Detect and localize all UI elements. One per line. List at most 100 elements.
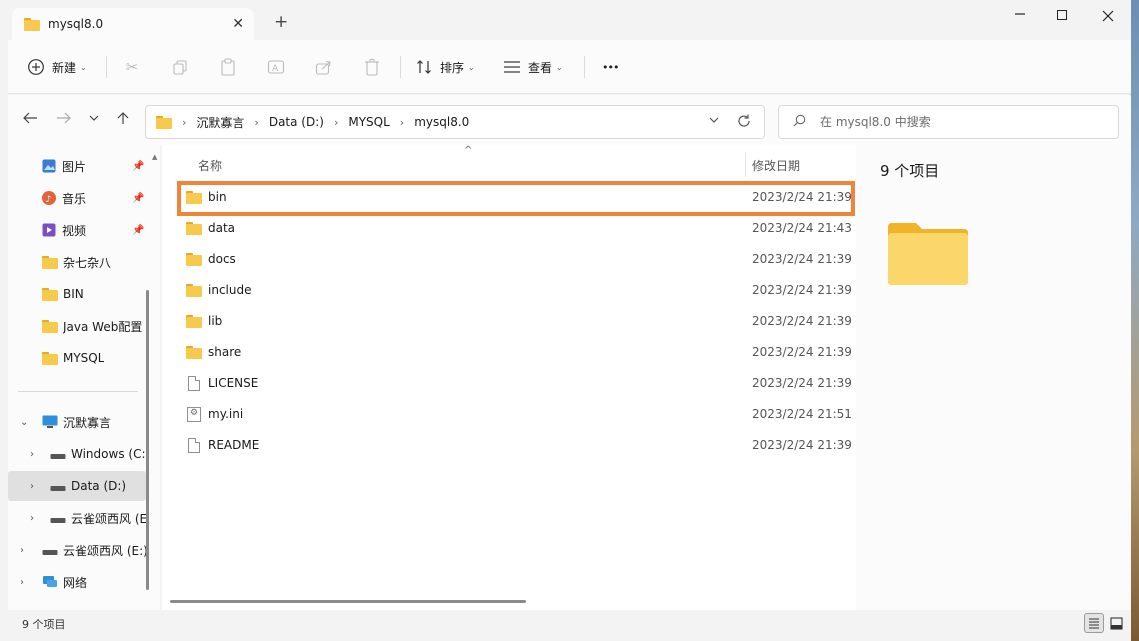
breadcrumb-mysql[interactable]: MYSQL (348, 115, 389, 129)
file-name: bin (208, 190, 227, 204)
document-icon (188, 437, 200, 453)
more-options-button[interactable]: ••• (596, 53, 619, 81)
folder-icon (186, 190, 202, 204)
sort-label: 排序 (440, 60, 465, 75)
more-icon: ••• (602, 60, 619, 74)
sidebar-item-folder-bin[interactable]: BIN (8, 279, 148, 309)
sidebar-item-network[interactable]: › 网络 (8, 567, 148, 597)
navigation-pane: ▲ 图片 📌 ♪ 音乐 📌 视频 📌 杂七杂八 BIN Java Web配置 M… (8, 145, 160, 610)
table-row[interactable]: include 2023/2/24 21:39 (176, 275, 852, 305)
chevron-down-icon[interactable]: ⌄ (20, 417, 28, 428)
table-row[interactable]: data 2023/2/24 21:43 (176, 213, 852, 243)
chevron-right-icon[interactable]: › (30, 513, 34, 524)
sidebar-item-drive-d[interactable]: › Data (D:) (8, 471, 146, 501)
chevron-right-icon[interactable]: › (20, 577, 24, 588)
sidebar-item-label: 杂七杂八 (63, 255, 112, 270)
folder-icon (24, 17, 40, 31)
video-icon (42, 223, 56, 240)
status-item-count: 9 个项目 (22, 618, 66, 631)
table-row[interactable]: README 2023/2/24 21:39 (176, 430, 852, 460)
arrow-left-icon (23, 112, 37, 124)
breadcrumb-separator: › (333, 115, 339, 129)
file-date: 2023/2/24 21:39 (752, 252, 852, 266)
address-history-dropdown[interactable] (708, 114, 720, 129)
forward-button[interactable] (56, 111, 72, 129)
new-button[interactable]: 新建 ⌄ (26, 53, 87, 81)
table-row[interactable]: bin 2023/2/24 21:39 (176, 182, 852, 212)
breadcrumb-pc[interactable]: 沉默寡言 (196, 114, 244, 131)
file-date: 2023/2/24 21:39 (752, 283, 852, 297)
sidebar-item-folder-javaweb[interactable]: Java Web配置 (8, 311, 148, 341)
pin-icon[interactable]: 📌 (132, 161, 144, 172)
table-row[interactable]: LICENSE 2023/2/24 21:39 (176, 368, 852, 398)
list-view-icon (502, 57, 522, 77)
details-pane: 9 个项目 (856, 145, 1131, 610)
sidebar-item-pictures[interactable]: 图片 📌 (8, 151, 148, 181)
column-divider[interactable] (745, 153, 746, 177)
minimize-button[interactable] (1008, 6, 1032, 26)
sidebar-item-label: 云雀颂西风 (E:) (63, 543, 148, 558)
search-box[interactable] (778, 105, 1119, 139)
sidebar-scrollbar[interactable] (146, 290, 149, 590)
sidebar-item-drive-e[interactable]: › 云雀颂西风 (E:) (8, 535, 148, 565)
table-row[interactable]: docs 2023/2/24 21:39 (176, 244, 852, 274)
search-input[interactable] (820, 115, 1100, 129)
file-name: include (208, 283, 252, 297)
horizontal-scrollbar[interactable] (170, 600, 526, 603)
cut-button[interactable]: ✂ (122, 53, 142, 81)
scroll-up-icon[interactable]: ▲ (152, 153, 157, 161)
chevron-right-icon[interactable]: › (20, 545, 24, 556)
sidebar-item-music[interactable]: ♪ 音乐 📌 (8, 183, 148, 213)
sidebar-item-label: 沉默寡言 (63, 415, 112, 430)
tiles-view-button[interactable] (1106, 613, 1126, 633)
folder-icon (156, 115, 172, 129)
maximize-button[interactable] (1050, 6, 1074, 26)
column-header-date[interactable]: 修改日期 (752, 157, 800, 174)
plus-circle-icon (26, 57, 46, 77)
toolbar-divider (584, 56, 585, 78)
new-tab-button[interactable]: + (274, 14, 288, 31)
address-bar[interactable]: › 沉默寡言 › Data (D:) › MYSQL › mysql8.0 (145, 105, 765, 139)
sidebar-item-drive-e-nested[interactable]: › 云雀颂西风 (E (8, 503, 148, 533)
tab-mysql8[interactable]: mysql8.0 ✕ (12, 8, 254, 40)
up-button[interactable] (116, 111, 130, 129)
recent-locations-button[interactable] (88, 111, 100, 129)
column-header-name[interactable]: 名称 (198, 157, 222, 174)
sidebar-item-videos[interactable]: 视频 📌 (8, 215, 148, 245)
breadcrumb-separator: › (254, 115, 259, 129)
rename-button[interactable]: A (266, 53, 286, 81)
tiles-view-icon (1109, 616, 1123, 630)
sidebar-item-folder-mysql[interactable]: MYSQL (8, 343, 148, 373)
share-button[interactable] (314, 53, 334, 81)
sidebar-item-label: BIN (63, 287, 84, 301)
details-view-button[interactable] (1084, 613, 1104, 633)
table-row[interactable]: lib 2023/2/24 21:39 (176, 306, 852, 336)
breadcrumb-current[interactable]: mysql8.0 (414, 115, 469, 129)
delete-button[interactable] (362, 53, 382, 81)
close-window-button[interactable] (1096, 6, 1120, 26)
document-icon (188, 375, 200, 391)
table-row[interactable]: my.ini 2023/2/24 21:51 (176, 399, 852, 429)
table-row[interactable]: share 2023/2/24 21:39 (176, 337, 852, 367)
address-row: › 沉默寡言 › Data (D:) › MYSQL › mysql8.0 (8, 95, 1131, 145)
pin-icon[interactable]: 📌 (132, 225, 144, 236)
pin-icon[interactable]: 📌 (132, 193, 144, 204)
back-button[interactable] (22, 111, 38, 129)
chevron-down-icon: ⌄ (468, 62, 475, 72)
close-tab-icon[interactable]: ✕ (232, 16, 244, 32)
sort-button[interactable]: 排序 ⌄ (414, 53, 475, 81)
folder-icon (186, 221, 202, 235)
breadcrumb-drive[interactable]: Data (D:) (269, 115, 324, 129)
sidebar-item-drive-c[interactable]: › Windows (C:) (8, 439, 148, 469)
paste-button[interactable] (218, 53, 238, 81)
chevron-right-icon[interactable]: › (30, 481, 34, 492)
view-button[interactable]: 查看 ⌄ (502, 53, 563, 81)
copy-button[interactable] (170, 53, 190, 81)
chevron-right-icon[interactable]: › (30, 449, 34, 460)
folder-icon (42, 256, 58, 269)
sidebar-item-this-pc[interactable]: ⌄ 沉默寡言 (8, 407, 148, 437)
refresh-button[interactable] (736, 113, 752, 133)
sidebar-item-folder-misc[interactable]: 杂七杂八 (8, 247, 148, 277)
file-explorer-window: mysql8.0 ✕ + 新建 ⌄ ✂ A 排序 ⌄ 查看 ⌄ ••• › 沉默… (0, 0, 1131, 641)
computer-icon (42, 415, 58, 432)
